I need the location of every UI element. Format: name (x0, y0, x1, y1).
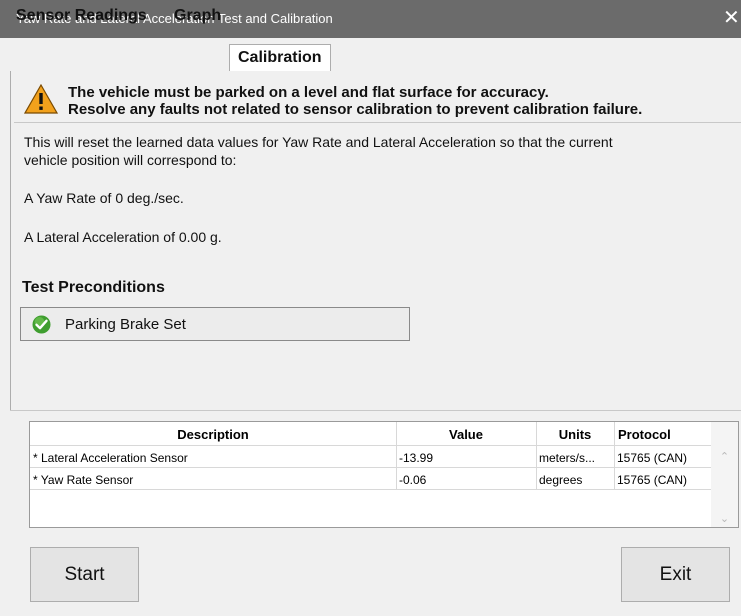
tab-sensor-readings[interactable]: Sensor Readings (10, 3, 147, 28)
column-header-value[interactable]: Value (396, 424, 536, 446)
cell-description[interactable]: * Yaw Rate Sensor (30, 468, 396, 490)
scroll-down-icon[interactable]: ⌄ (711, 512, 738, 525)
lateral-accel-target: A Lateral Acceleration of 0.00 g. (24, 229, 222, 245)
tab-calibration[interactable]: Calibration (229, 44, 331, 73)
warning-separator (14, 122, 741, 123)
start-button[interactable]: Start (30, 547, 139, 602)
exit-button[interactable]: Exit (621, 547, 730, 602)
warning-line-1: The vehicle must be parked on a level an… (68, 84, 549, 101)
yaw-rate-target: A Yaw Rate of 0 deg./sec. (24, 190, 184, 206)
cell-units[interactable]: degrees (536, 468, 614, 490)
check-circle-icon (32, 315, 51, 334)
cell-units[interactable]: meters/s... (536, 446, 614, 468)
scroll-up-icon[interactable]: ⌃ (711, 450, 738, 463)
description-line-2: vehicle position will correspond to: (24, 152, 237, 168)
cell-description[interactable]: * Lateral Acceleration Sensor (30, 446, 396, 468)
cell-protocol[interactable]: 15765 (CAN) (614, 446, 711, 468)
precondition-item: Parking Brake Set (20, 307, 410, 341)
column-header-units[interactable]: Units (536, 424, 614, 446)
warning-line-2: Resolve any faults not related to sensor… (68, 101, 643, 118)
sensor-data-grid[interactable]: Description Value Units Protocol * Later… (29, 421, 739, 528)
warning-triangle-icon (24, 84, 58, 114)
close-icon[interactable]: ✕ (723, 0, 741, 38)
cell-value[interactable]: -13.99 (396, 446, 536, 468)
column-header-protocol[interactable]: Protocol (614, 424, 712, 446)
column-header-description[interactable]: Description (30, 424, 396, 446)
preconditions-heading: Test Preconditions (22, 279, 165, 296)
cell-protocol[interactable]: 15765 (CAN) (614, 468, 711, 490)
precondition-label: Parking Brake Set (65, 316, 186, 333)
cell-value[interactable]: -0.06 (396, 468, 536, 490)
description-line-1: This will reset the learned data values … (24, 134, 613, 150)
grid-scrollbar[interactable]: ⌃ ⌄ (711, 422, 738, 527)
tab-graph[interactable]: Graph (168, 3, 221, 28)
